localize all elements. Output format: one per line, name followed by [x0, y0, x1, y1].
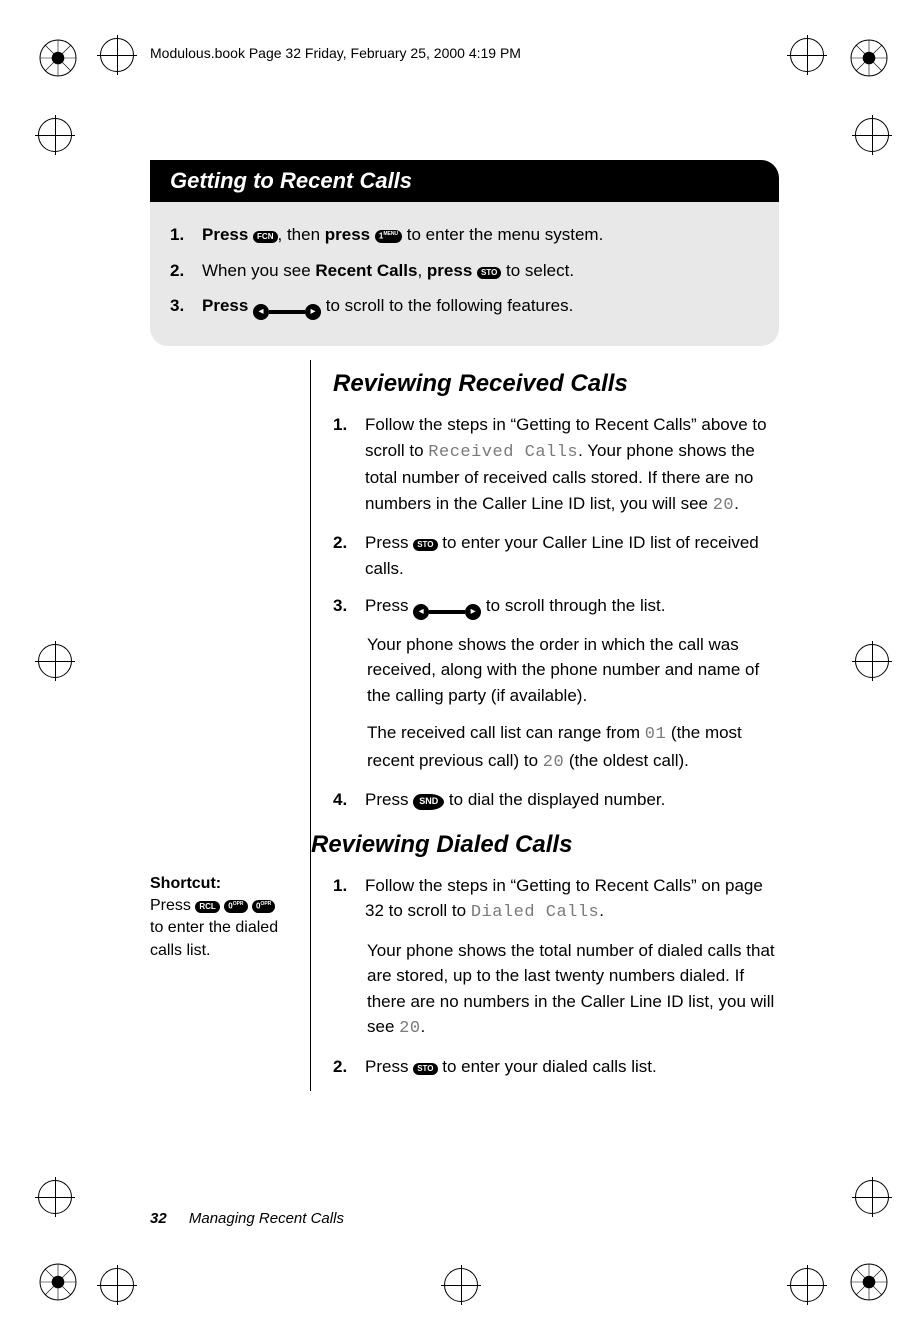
text: Press	[365, 1057, 413, 1076]
sto-key-icon: STO	[477, 267, 501, 279]
step-number: 4.	[333, 787, 355, 813]
text: Recent Calls	[315, 261, 417, 280]
text: Press	[202, 296, 253, 315]
text: When you see	[202, 261, 315, 280]
text: , then	[278, 225, 325, 244]
shortcut-sidebar: Shortcut: Press RCL 0OPR 0OPR to enter t…	[150, 873, 290, 1092]
registration-mark	[849, 1262, 889, 1302]
step-number: 3.	[333, 593, 355, 620]
crop-mark	[38, 118, 72, 152]
crop-mark	[855, 118, 889, 152]
text: to scroll through the list.	[486, 596, 666, 615]
paragraph: The received call list can range from 01…	[367, 720, 779, 775]
received-step-3: 3. Press ◂▸ to scroll through the list.	[333, 593, 779, 620]
text: Press	[150, 897, 195, 914]
crop-mark	[855, 1180, 889, 1214]
text: to enter the menu system.	[402, 225, 603, 244]
running-header: Modulous.book Page 32 Friday, February 2…	[150, 45, 521, 61]
crop-mark	[100, 1268, 134, 1302]
crop-mark	[100, 38, 134, 72]
step-number: 2.	[170, 258, 192, 284]
lcd-text: 01	[645, 725, 666, 744]
intro-steps-box: 1. Press FCN, then press 1MENU to enter …	[150, 202, 779, 346]
step-number: 1.	[333, 873, 355, 926]
intro-step-3: 3. Press ◂▸ to scroll to the following f…	[170, 293, 759, 320]
text: to enter your dialed calls list.	[438, 1057, 657, 1076]
text: to enter the dialed calls list.	[150, 919, 278, 958]
text: Press	[365, 533, 413, 552]
lcd-text: Dialed Calls	[471, 903, 599, 922]
chapter-title: Managing Recent Calls	[189, 1210, 344, 1227]
lcd-text: 20	[543, 753, 564, 772]
snd-key-icon: SND	[413, 794, 444, 810]
received-step-2: 2. Press STO to enter your Caller Line I…	[333, 530, 779, 581]
lcd-text: 20	[399, 1019, 420, 1038]
text: .	[734, 494, 739, 513]
text: to dial the displayed number.	[444, 790, 665, 809]
section-heading-received: Reviewing Received Calls	[333, 370, 779, 398]
lcd-text: Received Calls	[428, 443, 578, 462]
step-number: 1.	[170, 222, 192, 248]
crop-mark	[790, 38, 824, 72]
page-footer: 32 Managing Recent Calls	[150, 1210, 344, 1227]
fcn-key-icon: FCN	[253, 231, 277, 243]
lcd-text: 20	[713, 496, 734, 515]
text: to scroll to the following features.	[326, 296, 574, 315]
step-number: 2.	[333, 530, 355, 581]
text: ,	[417, 261, 426, 280]
text: Press	[202, 225, 253, 244]
text: Press	[365, 790, 413, 809]
paragraph: Your phone shows the total number of dia…	[367, 938, 779, 1042]
zero-key-icon: 0OPR	[224, 900, 247, 913]
section-heading: Getting to Recent Calls	[150, 160, 779, 204]
nav-key-icon: ◂▸	[253, 304, 321, 320]
text: Press	[365, 596, 413, 615]
paragraph: Your phone shows the order in which the …	[367, 632, 779, 709]
crop-mark	[444, 1268, 478, 1302]
text: .	[599, 901, 604, 920]
intro-step-1: 1. Press FCN, then press 1MENU to enter …	[170, 222, 759, 248]
dialed-step-2: 2. Press STO to enter your dialed calls …	[333, 1054, 779, 1080]
dialed-step-1: 1. Follow the steps in “Getting to Recen…	[333, 873, 779, 926]
nav-key-icon: ◂▸	[413, 604, 481, 620]
registration-mark	[38, 38, 78, 78]
received-step-1: 1. Follow the steps in “Getting to Recen…	[333, 412, 779, 518]
crop-mark	[790, 1268, 824, 1302]
zero-key-icon: 0OPR	[252, 900, 275, 913]
step-number: 3.	[170, 293, 192, 320]
menu-1-key-icon: 1MENU	[375, 230, 402, 243]
crop-mark	[38, 644, 72, 678]
text: press	[325, 225, 375, 244]
sto-key-icon: STO	[413, 1063, 437, 1075]
rcl-key-icon: RCL	[195, 901, 219, 913]
crop-mark	[855, 644, 889, 678]
registration-mark	[38, 1262, 78, 1302]
intro-step-2: 2. When you see Recent Calls, press STO …	[170, 258, 759, 284]
step-number: 1.	[333, 412, 355, 518]
text: press	[427, 261, 477, 280]
text: to select.	[501, 261, 574, 280]
section-heading-dialed: Reviewing Dialed Calls	[311, 831, 779, 859]
registration-mark	[849, 38, 889, 78]
shortcut-label: Shortcut:	[150, 875, 221, 892]
crop-mark	[38, 1180, 72, 1214]
page-number: 32	[150, 1210, 167, 1227]
step-number: 2.	[333, 1054, 355, 1080]
sto-key-icon: STO	[413, 539, 437, 551]
received-step-4: 4. Press SND to dial the displayed numbe…	[333, 787, 779, 813]
